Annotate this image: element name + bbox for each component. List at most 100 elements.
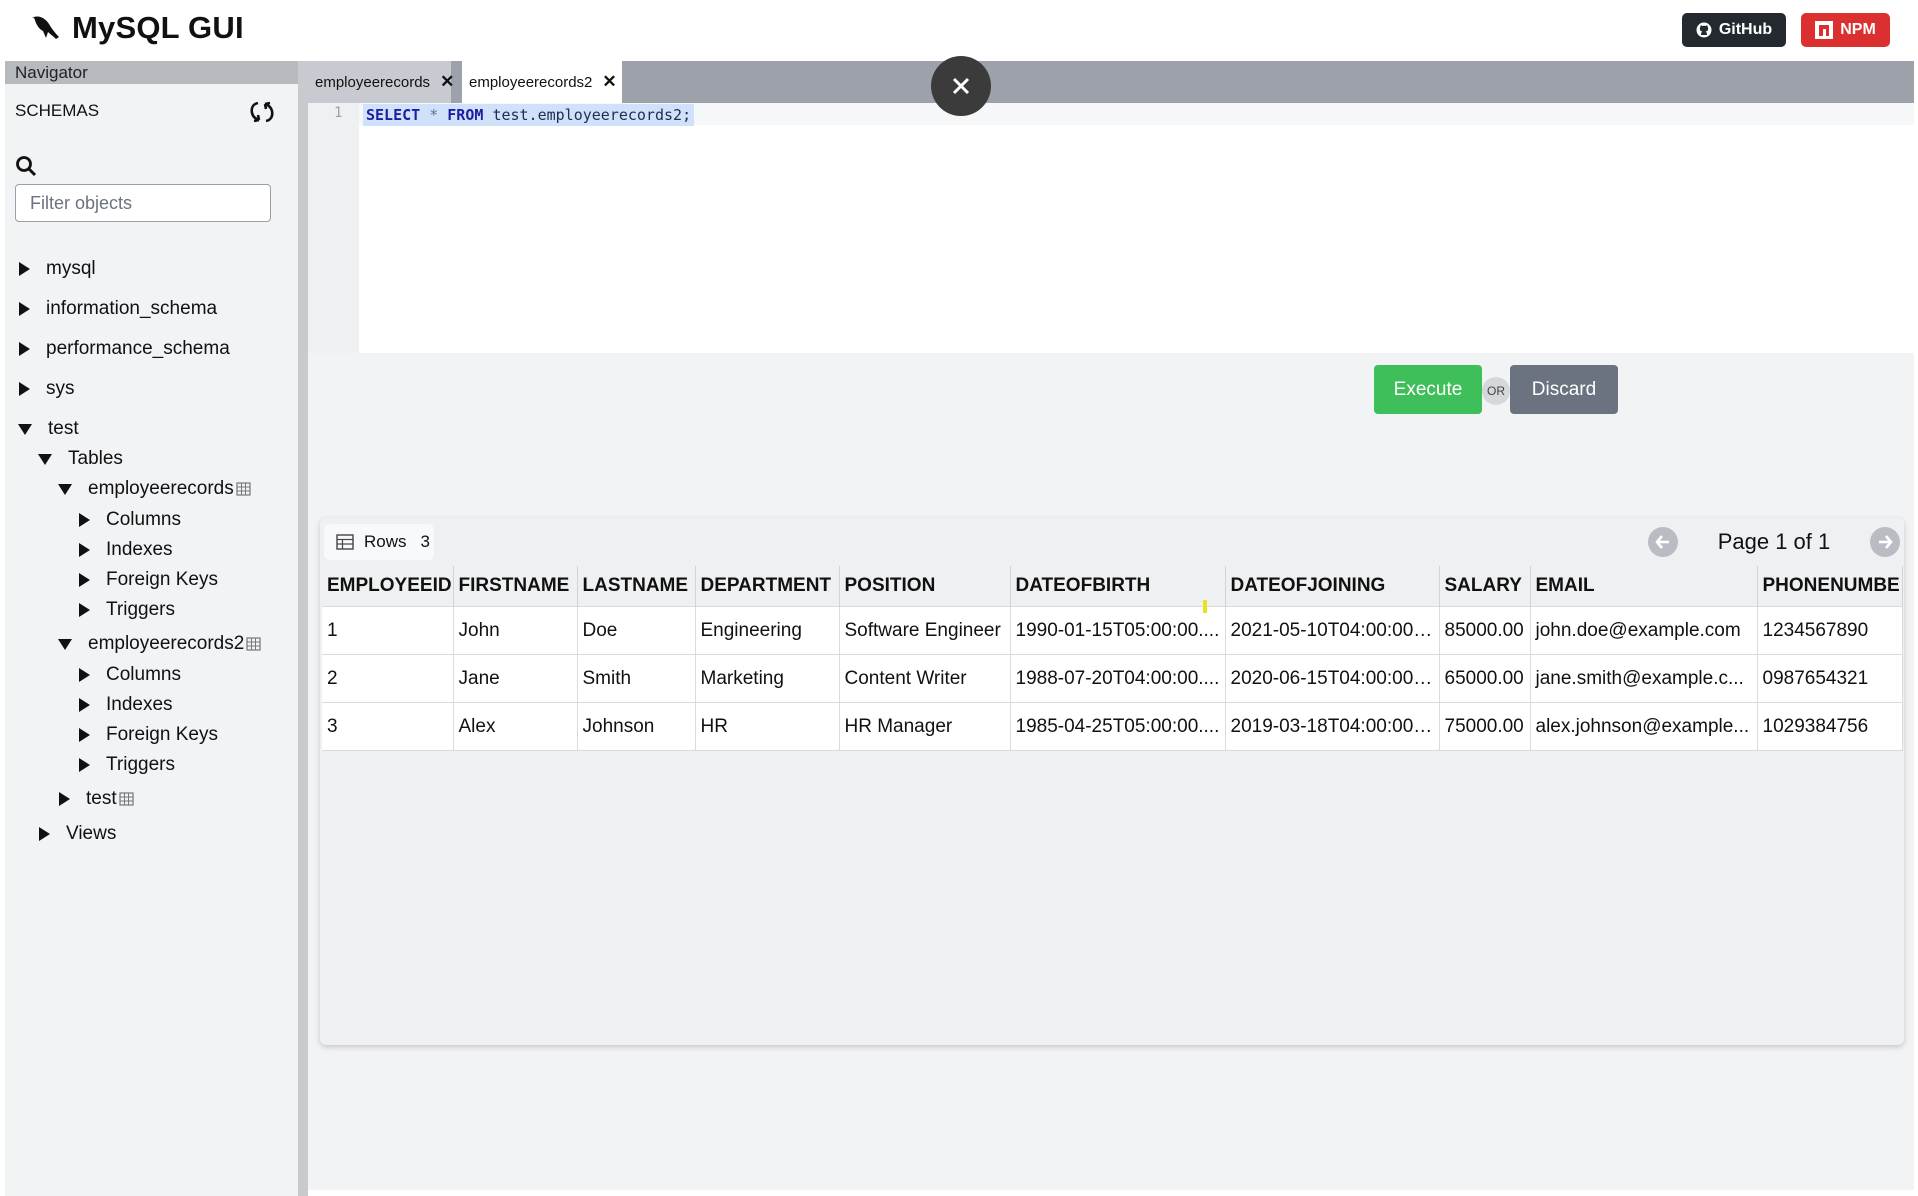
table-row[interactable]: 1 John Doe Engineering Software Engineer… [322, 606, 1903, 655]
tab-employeerecords2[interactable]: employeerecords2 ✕ [462, 61, 622, 103]
table-cell[interactable]: 1 [322, 606, 454, 655]
brand[interactable]: MySQL GUI [28, 10, 244, 46]
tree-node-test[interactable]: test [18, 418, 79, 440]
column-header[interactable]: FIRSTNAME [453, 566, 578, 607]
column-header[interactable]: DEPARTMENT [695, 566, 840, 607]
table-cell[interactable]: John [453, 606, 578, 655]
table-cell[interactable]: Engineering [695, 606, 840, 655]
tree-node-columns[interactable]: Columns [79, 509, 181, 531]
table-cell[interactable]: jane.smith@example.c... [1530, 654, 1758, 703]
table-cell[interactable]: 3 [322, 702, 454, 751]
tree-node-triggers[interactable]: Triggers [79, 599, 175, 621]
table-cell[interactable]: 1985-04-25T05:00:00.... [1010, 702, 1226, 751]
expand-arrow-icon [19, 302, 30, 316]
column-header[interactable]: DATEOFJOINING [1225, 566, 1440, 607]
tree-node-employeerecords2[interactable]: employeerecords2 [58, 633, 262, 655]
tree-node-foreign-keys-2[interactable]: Foreign Keys [79, 724, 218, 746]
table-cell[interactable]: 2021-05-10T04:00:00.... [1225, 606, 1440, 655]
column-header[interactable]: POSITION [839, 566, 1011, 607]
collapse-arrow-icon [58, 483, 72, 495]
table-cell[interactable]: 85000.00 [1439, 606, 1531, 655]
close-tab-icon[interactable]: ✕ [602, 72, 616, 92]
column-header[interactable]: DATEOFBIRTH [1010, 566, 1226, 607]
close-editor-button[interactable] [931, 56, 991, 116]
tree-node-mysql[interactable]: mysql [19, 258, 96, 280]
table-row[interactable]: 2 Jane Smith Marketing Content Writer 19… [322, 654, 1903, 703]
table-cell[interactable]: Alex [453, 702, 578, 751]
search-icon [16, 156, 37, 177]
tree-node-columns-2[interactable]: Columns [79, 664, 181, 686]
table-cell[interactable]: 2019-03-18T04:00:00.... [1225, 702, 1440, 751]
close-icon [952, 77, 970, 95]
table-cell[interactable]: john.doe@example.com [1530, 606, 1758, 655]
discard-button[interactable]: Discard [1510, 365, 1618, 414]
sql-query-text[interactable]: SELECT * FROM test.employeerecords2; [363, 104, 695, 126]
next-page-button[interactable] [1869, 527, 1900, 557]
tree-node-foreign-keys[interactable]: Foreign Keys [79, 569, 218, 591]
tree-node-tables[interactable]: Tables [38, 448, 123, 470]
tree-node-employeerecords[interactable]: employeerecords [58, 478, 252, 500]
table-cell[interactable]: 75000.00 [1439, 702, 1531, 751]
top-bar: MySQL GUI GitHub NPM [0, 0, 1918, 60]
panel-resize-handle[interactable] [298, 61, 308, 1196]
npm-icon [1815, 21, 1834, 39]
table-cell[interactable]: 1029384756 [1757, 702, 1903, 751]
table-cell[interactable]: Doe [577, 606, 696, 655]
tree-node-information-schema[interactable]: information_schema [19, 298, 217, 320]
column-resize-handle[interactable] [1203, 600, 1207, 613]
tab-employeerecords[interactable]: employeerecords ✕ [308, 61, 454, 103]
expand-arrow-icon [79, 603, 90, 617]
table-cell[interactable]: 1990-01-15T05:00:00.... [1010, 606, 1226, 655]
dolphin-logo-icon [32, 16, 59, 39]
table-cell[interactable]: alex.johnson@example... [1530, 702, 1758, 751]
table-icon [336, 534, 354, 550]
table-cell[interactable]: Jane [453, 654, 578, 703]
filter-objects-input[interactable] [15, 184, 271, 222]
tree-node-indexes[interactable]: Indexes [79, 539, 173, 561]
table-cell[interactable]: 2 [322, 654, 454, 703]
table-cell[interactable]: Software Engineer [839, 606, 1011, 655]
arrow-left-icon [1655, 535, 1669, 549]
tree-node-views[interactable]: Views [39, 823, 116, 845]
tree-node-triggers-2[interactable]: Triggers [79, 754, 175, 776]
table-cell[interactable]: 65000.00 [1439, 654, 1531, 703]
table-cell[interactable]: 1234567890 [1757, 606, 1903, 655]
column-header[interactable]: PHONENUMBE [1757, 566, 1903, 607]
app-title: MySQL GUI [72, 10, 244, 45]
table-cell[interactable]: 2020-06-15T04:00:00.... [1225, 654, 1440, 703]
column-header[interactable]: EMPLOYEEID [322, 566, 454, 607]
close-tab-icon[interactable]: ✕ [440, 72, 454, 92]
tree-node-performance-schema[interactable]: performance_schema [19, 338, 230, 360]
table-cell[interactable]: Johnson [577, 702, 696, 751]
column-header[interactable]: LASTNAME [577, 566, 696, 607]
github-label: GitHub [1718, 21, 1773, 38]
column-header[interactable]: EMAIL [1530, 566, 1758, 607]
table-cell[interactable]: HR [695, 702, 840, 751]
schemas-label: SCHEMAS [15, 101, 100, 120]
expand-arrow-icon [19, 342, 30, 356]
tree-node-test-table[interactable]: test [59, 788, 135, 810]
github-button[interactable]: GitHub [1682, 13, 1786, 47]
table-row[interactable]: 3 Alex Johnson HR HR Manager 1985-04-25T… [322, 702, 1903, 751]
table-cell[interactable]: Marketing [695, 654, 840, 703]
table-cell[interactable]: HR Manager [839, 702, 1011, 751]
execute-button[interactable]: Execute [1374, 365, 1482, 414]
expand-arrow-icon [39, 827, 50, 841]
expand-arrow-icon [19, 382, 30, 396]
prev-page-button[interactable] [1648, 527, 1678, 557]
refresh-icon[interactable] [247, 97, 277, 127]
npm-button[interactable]: NPM [1801, 13, 1890, 47]
table-cell[interactable]: Smith [577, 654, 696, 703]
table-cell[interactable]: 1988-07-20T04:00:00.... [1010, 654, 1226, 703]
table-cell[interactable]: Content Writer [839, 654, 1011, 703]
tree-node-indexes-2[interactable]: Indexes [79, 694, 173, 716]
table-cell[interactable]: 0987654321 [1757, 654, 1903, 703]
column-header[interactable]: SALARY [1439, 566, 1531, 607]
collapse-arrow-icon [58, 638, 72, 650]
arrow-right-icon [1878, 535, 1893, 549]
tree-node-sys[interactable]: sys [19, 378, 75, 400]
pagination: Page 1 of 1 [1648, 524, 1900, 560]
sql-editor[interactable]: 1 SELECT * FROM test.employeerecords2; [308, 103, 1914, 353]
table-icon [119, 792, 134, 806]
editor-gutter: 1 [308, 103, 359, 353]
